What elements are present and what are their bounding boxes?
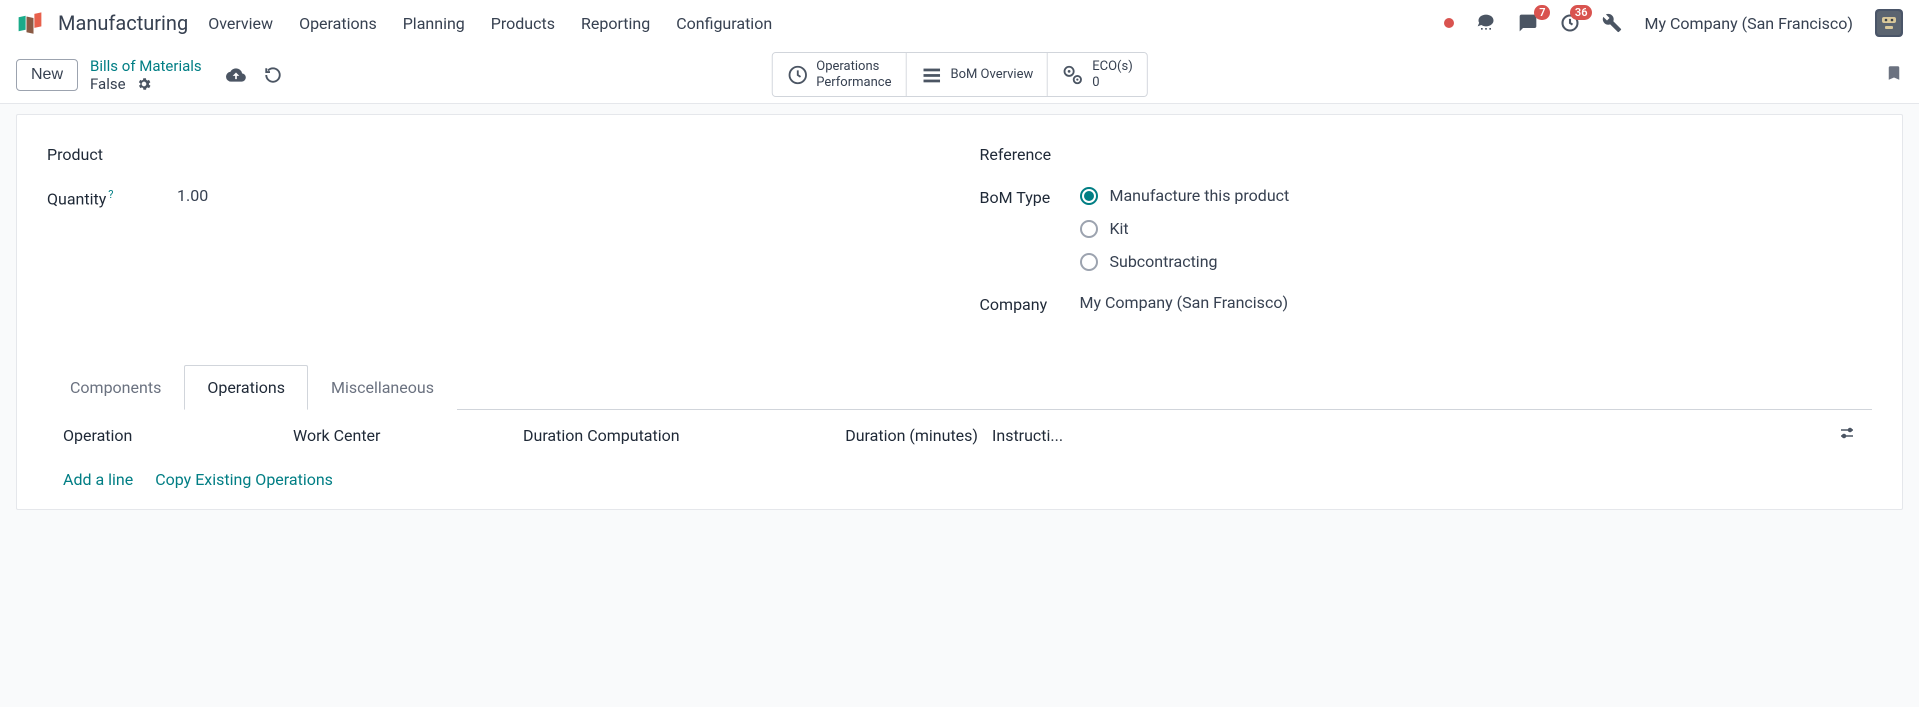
tools-icon[interactable]	[1602, 13, 1622, 33]
radio-unchecked-icon	[1080, 253, 1098, 271]
quantity-label: Quantity?	[47, 186, 147, 208]
bom-type-manufacture[interactable]: Manufacture this product	[1080, 186, 1290, 205]
discard-icon[interactable]	[264, 66, 282, 84]
tab-miscellaneous[interactable]: Miscellaneous	[308, 365, 457, 410]
menu-configuration[interactable]: Configuration	[676, 14, 772, 33]
form-left-column: Product Quantity? 1.00	[47, 143, 940, 336]
stat-ops-perf-line1: Operations	[816, 59, 891, 75]
form-sheet: Product Quantity? 1.00 Reference BoM Typ…	[16, 114, 1903, 510]
user-avatar[interactable]	[1875, 9, 1903, 37]
messages-icon[interactable]: 7	[1518, 13, 1538, 33]
messages-badge: 7	[1534, 5, 1550, 20]
top-nav: Manufacturing Overview Operations Planni…	[0, 0, 1919, 46]
systray: 7 36 My Company (San Francisco)	[1444, 9, 1903, 37]
list-icon	[920, 64, 942, 86]
status-indicator-group	[226, 65, 282, 85]
company-field[interactable]: My Company (San Francisco)	[1080, 293, 1289, 312]
help-icon[interactable]: ?	[108, 188, 113, 201]
stat-operations-performance[interactable]: Operations Performance	[772, 53, 906, 96]
app-name[interactable]: Manufacturing	[58, 11, 188, 35]
quantity-field[interactable]: 1.00	[177, 186, 208, 205]
notebook-tabs: Components Operations Miscellaneous	[47, 364, 1872, 410]
breadcrumb-parent[interactable]: Bills of Materials	[90, 57, 202, 75]
menu-reporting[interactable]: Reporting	[581, 14, 650, 33]
app-logo-icon[interactable]	[16, 9, 44, 37]
table-header-row: Operation Work Center Duration Computati…	[47, 410, 1872, 460]
company-label: Company	[980, 293, 1080, 314]
activities-icon[interactable]: 36	[1560, 13, 1580, 33]
th-duration-minutes: Duration (minutes)	[823, 426, 978, 445]
record-title: False	[90, 75, 126, 93]
gears-icon	[1062, 64, 1084, 86]
product-label: Product	[47, 143, 147, 164]
columns-adjust-icon[interactable]	[1838, 424, 1856, 446]
stat-ecos[interactable]: ECO(s) 0	[1048, 53, 1146, 96]
bom-type-radio-group: Manufacture this product Kit Subcontract…	[1080, 186, 1290, 271]
activities-badge: 36	[1570, 5, 1593, 20]
radio-checked-icon	[1080, 187, 1098, 205]
clock-icon	[786, 64, 808, 86]
breadcrumb: Bills of Materials False	[90, 57, 202, 93]
bom-type-label: BoM Type	[980, 186, 1080, 207]
operations-table: Operation Work Center Duration Computati…	[47, 410, 1872, 509]
table-actions: Add a line Copy Existing Operations	[47, 460, 1872, 509]
menu-operations[interactable]: Operations	[299, 14, 377, 33]
breadcrumb-current: False	[90, 75, 202, 93]
menu-overview[interactable]: Overview	[208, 14, 273, 33]
phone-icon[interactable]	[1476, 13, 1496, 33]
bom-type-kit[interactable]: Kit	[1080, 219, 1290, 238]
stat-eco-line2: 0	[1092, 75, 1132, 91]
menu-planning[interactable]: Planning	[403, 14, 465, 33]
stat-bom-overview-label: BoM Overview	[950, 67, 1033, 83]
control-bar: New Bills of Materials False Operations …	[0, 46, 1919, 104]
stat-eco-line1: ECO(s)	[1092, 59, 1132, 75]
stat-buttons: Operations Performance BoM Overview ECO(…	[771, 52, 1147, 97]
add-line-link[interactable]: Add a line	[63, 470, 133, 489]
th-work-center: Work Center	[293, 426, 523, 445]
bookmark-icon[interactable]	[1885, 62, 1903, 88]
tab-operations[interactable]: Operations	[184, 365, 308, 410]
cloud-save-icon[interactable]	[226, 65, 246, 85]
company-switcher[interactable]: My Company (San Francisco)	[1644, 14, 1853, 33]
stat-bom-overview[interactable]: BoM Overview	[906, 53, 1048, 96]
radio-unchecked-icon	[1080, 220, 1098, 238]
copy-existing-link[interactable]: Copy Existing Operations	[155, 470, 333, 489]
new-button[interactable]: New	[16, 59, 78, 91]
gear-icon[interactable]	[136, 76, 152, 92]
form-right-column: Reference BoM Type Manufacture this prod…	[980, 143, 1873, 336]
recording-indicator-icon[interactable]	[1444, 18, 1454, 28]
th-operation: Operation	[63, 426, 293, 445]
reference-label: Reference	[980, 143, 1080, 164]
th-duration-computation: Duration Computation	[523, 426, 823, 445]
bom-type-subcontracting[interactable]: Subcontracting	[1080, 252, 1290, 271]
tab-components[interactable]: Components	[47, 365, 184, 410]
main-menu: Overview Operations Planning Products Re…	[208, 14, 772, 33]
stat-ops-perf-line2: Performance	[816, 75, 891, 91]
menu-products[interactable]: Products	[491, 14, 555, 33]
th-instructions: Instructi...	[992, 426, 1072, 445]
